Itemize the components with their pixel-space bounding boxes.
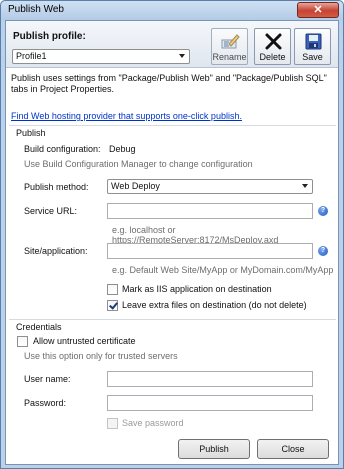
site-application-help-icon[interactable]: ? [318, 246, 328, 256]
publish-method-dropdown[interactable]: Web Deploy [107, 179, 313, 194]
publish-profile-label: Publish profile: [13, 31, 86, 42]
dialog-client-area: Publish profile: Profile1 Rename Delete [5, 20, 339, 465]
allow-untrusted-label[interactable]: Allow untrusted certificate [33, 336, 136, 346]
site-application-label: Site/application: [24, 246, 88, 256]
close-button[interactable]: Close [257, 439, 329, 459]
publish-method-value: Web Deploy [111, 181, 160, 191]
service-url-hint: e.g. localhost or https://RemoteServer:8… [112, 225, 279, 245]
save-label: Save [302, 52, 323, 62]
close-icon: ✕ [313, 4, 323, 16]
hosting-provider-link[interactable]: Find Web hosting provider that supports … [11, 111, 242, 121]
save-password-checkbox[interactable] [107, 418, 118, 429]
build-configuration-hint: Use Build Configuration Manager to chang… [24, 159, 253, 169]
rename-button[interactable]: Rename [211, 28, 248, 65]
publish-group: Publish Build configuration: Debug Use B… [9, 125, 336, 335]
allow-untrusted-checkbox[interactable] [17, 336, 28, 347]
build-configuration-value: Debug [109, 144, 136, 154]
intro-text: Publish uses settings from "Package/Publ… [11, 73, 327, 94]
service-url-input[interactable] [107, 203, 313, 219]
password-input[interactable] [107, 395, 313, 411]
trusted-servers-hint: Use this option only for trusted servers [24, 351, 178, 361]
delete-x-icon [265, 33, 282, 50]
password-label: Password: [24, 398, 67, 408]
chevron-down-icon [302, 184, 308, 188]
user-name-label: User name: [24, 374, 71, 384]
window-close-button[interactable]: ✕ [297, 2, 339, 18]
service-url-help-icon[interactable]: ? [318, 206, 328, 216]
leave-extra-files-checkbox[interactable] [107, 300, 118, 311]
mark-iis-label[interactable]: Mark as IIS application on destination [122, 284, 272, 294]
title-bar[interactable]: Publish Web ✕ [1, 1, 343, 20]
credentials-group: Credentials Allow untrusted certificate … [9, 319, 336, 434]
rename-label: Rename [212, 52, 247, 62]
window-title: Publish Web [8, 4, 64, 15]
leave-extra-files-label[interactable]: Leave extra files on destination (do not… [122, 300, 307, 310]
publish-profile-value: Profile1 [16, 51, 47, 61]
service-url-label: Service URL: [24, 206, 78, 216]
save-password-label[interactable]: Save password [122, 418, 184, 428]
publish-profile-dropdown[interactable]: Profile1 [12, 49, 190, 64]
delete-button[interactable]: Delete [254, 28, 291, 65]
floppy-disk-icon [305, 33, 322, 50]
chevron-down-icon [179, 54, 185, 58]
profile-toolbar: Publish profile: Profile1 Rename Delete [6, 21, 338, 68]
publish-button[interactable]: Publish [178, 439, 250, 459]
user-name-input[interactable] [107, 371, 313, 387]
publish-group-title: Publish [16, 128, 46, 138]
credentials-group-title: Credentials [16, 322, 62, 332]
publish-method-label: Publish method: [24, 182, 89, 192]
publish-web-dialog: Publish Web ✕ Publish profile: Profile1 … [0, 0, 344, 469]
build-configuration-label: Build configuration: [24, 144, 101, 154]
site-application-input[interactable] [107, 243, 313, 259]
delete-label: Delete [259, 52, 286, 62]
save-button[interactable]: Save [294, 28, 331, 65]
site-application-hint: e.g. Default Web Site/MyApp or MyDomain.… [112, 265, 334, 275]
mark-iis-checkbox[interactable] [107, 284, 118, 295]
rename-icon [221, 34, 240, 49]
